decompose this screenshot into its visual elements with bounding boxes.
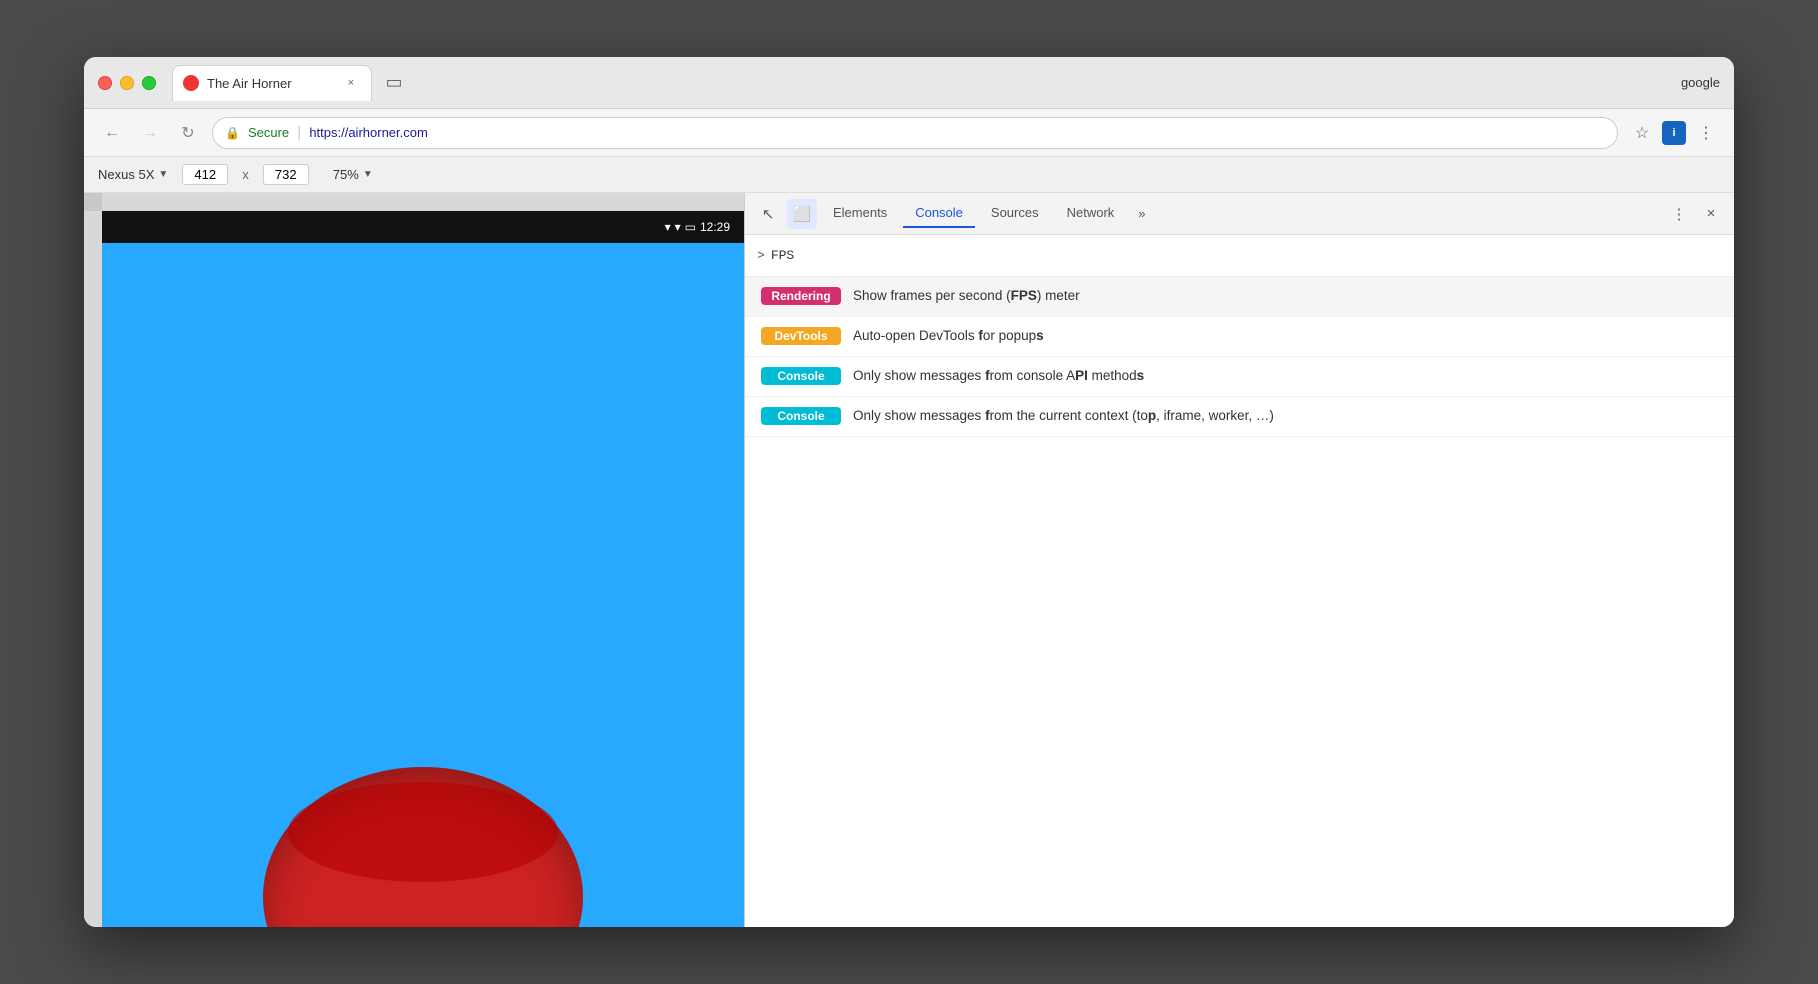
tab-favicon bbox=[183, 75, 199, 91]
devtools-body: > Rendering Show frames per second (FPS)… bbox=[745, 235, 1734, 927]
back-button[interactable]: ← bbox=[98, 119, 126, 147]
device-mode-icon: ⬜ bbox=[793, 205, 812, 223]
tab-title: The Air Horner bbox=[207, 76, 335, 91]
console-input-area[interactable]: > bbox=[745, 235, 1734, 277]
signal-icon: ▾ bbox=[675, 220, 681, 234]
device-chevron-icon: ▼ bbox=[158, 169, 168, 180]
rendering-badge: Rendering bbox=[761, 287, 841, 305]
extensions-icon: i bbox=[1672, 127, 1675, 139]
phone-screen: ▾ ▾ ▭ 12:29 bbox=[102, 211, 744, 927]
secure-label: Secure bbox=[248, 125, 289, 140]
zoom-chevron-icon: ▼ bbox=[363, 169, 373, 180]
inspector-icon: ↖ bbox=[762, 205, 775, 223]
traffic-lights bbox=[98, 76, 156, 90]
air-horn-graphic bbox=[263, 767, 583, 927]
title-bar: The Air Horner × ▭ google bbox=[84, 57, 1734, 109]
devtools-badge: DevTools bbox=[761, 327, 841, 345]
lock-icon: 🔒 bbox=[225, 126, 240, 140]
tab-more-button[interactable]: » bbox=[1130, 200, 1153, 227]
phone-body bbox=[102, 243, 744, 927]
more-options-icon: ⋮ bbox=[1672, 205, 1687, 223]
bookmark-icon: ☆ bbox=[1635, 123, 1649, 143]
tab-console[interactable]: Console bbox=[903, 199, 975, 228]
minimize-button[interactable] bbox=[120, 76, 134, 90]
dimension-x-label: x bbox=[242, 167, 249, 182]
devtools-panel: ↖ ⬜ Elements Console Sources Network » ⋮… bbox=[744, 193, 1734, 927]
bookmark-button[interactable]: ☆ bbox=[1628, 119, 1656, 147]
back-icon: ← bbox=[104, 124, 120, 142]
profile-area: google bbox=[1681, 75, 1720, 90]
width-input[interactable] bbox=[182, 164, 228, 185]
maximize-button[interactable] bbox=[142, 76, 156, 90]
devtools-toolbar-right: ⋮ × bbox=[1664, 199, 1726, 229]
nav-right: ☆ i ⋮ bbox=[1628, 119, 1720, 147]
ruler-left bbox=[84, 211, 102, 927]
wifi-icon: ▾ bbox=[665, 220, 671, 234]
zoom-selector[interactable]: 75% ▼ bbox=[333, 167, 373, 182]
tab-bar: The Air Horner × ▭ bbox=[172, 65, 1681, 101]
profile-label: google bbox=[1681, 75, 1720, 90]
new-tab-button[interactable]: ▭ bbox=[380, 69, 408, 97]
tab-network[interactable]: Network bbox=[1055, 199, 1127, 228]
console-prompt: > bbox=[757, 248, 765, 263]
battery-icon: ▭ bbox=[685, 220, 696, 234]
device-toolbar: Nexus 5X ▼ x 75% ▼ bbox=[84, 157, 1734, 193]
nav-bar: ← → ↻ 🔒 Secure | https://airhorner.com ☆… bbox=[84, 109, 1734, 157]
list-item[interactable]: Console Only show messages from console … bbox=[745, 357, 1734, 397]
item-text-1: Show frames per second (FPS) meter bbox=[853, 287, 1080, 306]
time-display: 12:29 bbox=[700, 220, 730, 234]
tab-sources[interactable]: Sources bbox=[979, 199, 1051, 228]
item-text-2: Auto-open DevTools for popups bbox=[853, 327, 1044, 346]
autocomplete-list: Rendering Show frames per second (FPS) m… bbox=[745, 277, 1734, 927]
devtools-toolbar: ↖ ⬜ Elements Console Sources Network » ⋮… bbox=[745, 193, 1734, 235]
url-text: https://airhorner.com bbox=[309, 125, 428, 140]
close-devtools-icon: × bbox=[1707, 205, 1716, 222]
list-item[interactable]: DevTools Auto-open DevTools for popups bbox=[745, 317, 1734, 357]
tab-close-button[interactable]: × bbox=[343, 75, 359, 91]
menu-icon: ⋮ bbox=[1698, 123, 1714, 143]
main-content: ▾ ▾ ▭ 12:29 ↖ bbox=[84, 193, 1734, 927]
status-icons: ▾ ▾ ▭ 12:29 bbox=[665, 220, 730, 234]
list-item[interactable]: Console Only show messages from the curr… bbox=[745, 397, 1734, 437]
more-options-button[interactable]: ⋮ bbox=[1664, 199, 1694, 229]
inspector-button[interactable]: ↖ bbox=[753, 199, 783, 229]
device-name: Nexus 5X bbox=[98, 167, 154, 182]
forward-button[interactable]: → bbox=[136, 119, 164, 147]
phone-content: ▾ ▾ ▭ 12:29 bbox=[102, 211, 744, 927]
phone-view: ▾ ▾ ▭ 12:29 bbox=[84, 193, 744, 927]
reload-button[interactable]: ↻ bbox=[174, 119, 202, 147]
height-input[interactable] bbox=[263, 164, 309, 185]
item-text-4: Only show messages from the current cont… bbox=[853, 407, 1274, 426]
list-item[interactable]: Rendering Show frames per second (FPS) m… bbox=[745, 277, 1734, 317]
item-text-3: Only show messages from console API meth… bbox=[853, 367, 1144, 386]
status-bar: ▾ ▾ ▭ 12:29 bbox=[102, 211, 744, 243]
close-devtools-button[interactable]: × bbox=[1696, 199, 1726, 229]
address-bar[interactable]: 🔒 Secure | https://airhorner.com bbox=[212, 117, 1618, 149]
device-selector[interactable]: Nexus 5X ▼ bbox=[98, 167, 168, 182]
console-badge-2: Console bbox=[761, 407, 841, 425]
close-button[interactable] bbox=[98, 76, 112, 90]
browser-window: The Air Horner × ▭ google ← → ↻ 🔒 Secure… bbox=[84, 57, 1734, 927]
forward-icon: → bbox=[142, 124, 158, 142]
zoom-level: 75% bbox=[333, 167, 359, 182]
tab-elements[interactable]: Elements bbox=[821, 199, 899, 228]
reload-icon: ↻ bbox=[181, 123, 194, 143]
ruler-top bbox=[102, 193, 744, 211]
console-badge-1: Console bbox=[761, 367, 841, 385]
extensions-button[interactable]: i bbox=[1662, 121, 1686, 145]
active-tab[interactable]: The Air Horner × bbox=[172, 65, 372, 101]
menu-button[interactable]: ⋮ bbox=[1692, 119, 1720, 147]
device-mode-button[interactable]: ⬜ bbox=[787, 199, 817, 229]
url-divider: | bbox=[297, 124, 301, 142]
new-tab-icon: ▭ bbox=[385, 72, 402, 93]
console-input[interactable] bbox=[771, 248, 1722, 263]
